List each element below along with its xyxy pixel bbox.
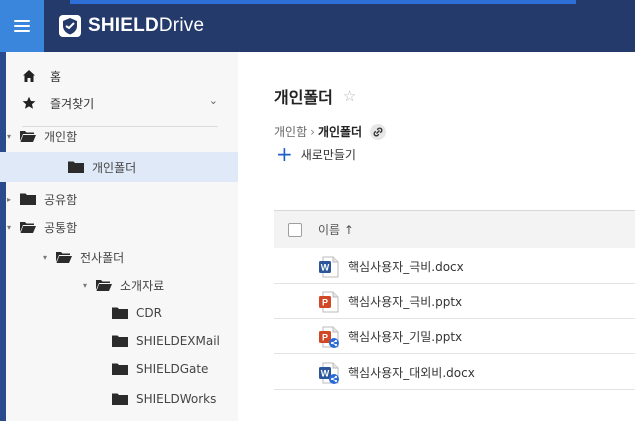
- svg-text:P: P: [322, 297, 328, 307]
- table-row[interactable]: W 핵심사용자_대외비.docx: [274, 356, 635, 390]
- page-title: 개인폴더 ☆: [274, 84, 356, 108]
- svg-text:P: P: [322, 332, 328, 342]
- file-name[interactable]: 핵심사용자_극비.docx: [348, 258, 464, 275]
- sidebar-home-label: 홈: [50, 69, 62, 84]
- svg-text:W: W: [321, 262, 330, 272]
- new-button-label: 새로만들기: [300, 147, 356, 162]
- home-icon: [23, 70, 35, 82]
- sidebar-home[interactable]: 홈: [22, 68, 61, 84]
- breadcrumb-parent[interactable]: 개인함: [274, 123, 307, 140]
- sidebar-tree-item[interactable]: ▾ 공통함: [0, 212, 238, 242]
- file-name[interactable]: 핵심사용자_대외비.docx: [348, 364, 475, 381]
- powerpoint-file-icon: P: [318, 291, 340, 313]
- word-file-icon: W: [318, 362, 340, 384]
- table-row[interactable]: P 핵심사용자_기밀.pptx: [274, 320, 635, 354]
- app-logo[interactable]: SHIELDDrive: [58, 13, 204, 39]
- folder-icon: [68, 161, 84, 173]
- folder-icon: [112, 335, 128, 347]
- breadcrumb: 개인함 › 개인폴더: [274, 123, 387, 140]
- sidebar-tree-item-label: SHIELDEXMail: [136, 334, 220, 348]
- sidebar-tree-item[interactable]: 개인폴더: [0, 152, 238, 182]
- chevron-down-icon[interactable]: ⌄: [209, 94, 218, 107]
- sidebar-tree-item-label: 공통함: [44, 220, 78, 235]
- sidebar-tree-item-label: 소개자료: [120, 278, 165, 293]
- folder-open-icon: [56, 252, 72, 263]
- powerpoint-file-icon: P: [318, 326, 340, 348]
- hamburger-icon: [14, 20, 30, 32]
- svg-text:W: W: [321, 368, 330, 378]
- sidebar-tree-item[interactable]: SHIELDGate: [0, 354, 238, 384]
- plus-icon: +: [276, 142, 293, 166]
- sidebar-tree-item-label: 개인함: [44, 129, 78, 144]
- sidebar-tree-item-label: SHIELDGate: [136, 362, 209, 376]
- folder-open-icon: [20, 222, 36, 233]
- folder-icon: [112, 393, 128, 405]
- sidebar-tree-item[interactable]: ▸ 공유함: [0, 184, 238, 214]
- file-name[interactable]: 핵심사용자_기밀.pptx: [348, 328, 462, 345]
- chevron-right-icon[interactable]: ▸: [4, 195, 14, 204]
- new-button[interactable]: + 새로만들기: [276, 144, 356, 164]
- sidebar-tree-item-label: CDR: [136, 306, 162, 320]
- sidebar-favorites-label: 즐겨찾기: [50, 96, 95, 111]
- breadcrumb-separator: ›: [310, 124, 315, 139]
- page-title-text: 개인폴더: [274, 88, 333, 107]
- chevron-down-icon[interactable]: ▾: [4, 132, 14, 141]
- file-name[interactable]: 핵심사용자_극비.pptx: [348, 293, 462, 310]
- app-title: SHIELDDrive: [88, 15, 205, 36]
- sidebar-tree-item[interactable]: CDR: [0, 298, 238, 328]
- chevron-down-icon[interactable]: ▾: [40, 253, 50, 262]
- chevron-down-icon[interactable]: ▾: [4, 223, 14, 232]
- table-row[interactable]: W 핵심사용자_극비.docx: [274, 250, 635, 284]
- word-file-icon: W: [318, 256, 340, 278]
- sidebar-tree-item[interactable]: SHIELDWorks: [0, 384, 238, 414]
- name-column-header[interactable]: 이름 ↑: [318, 221, 354, 238]
- sidebar-tree-item[interactable]: ▾ 개인함: [0, 121, 238, 151]
- chevron-down-icon[interactable]: ▾: [80, 281, 90, 290]
- sidebar-tree-item[interactable]: SHIELDEXMail: [0, 326, 238, 356]
- link-icon[interactable]: [370, 123, 387, 140]
- sidebar-tree-item-label: 공유함: [44, 192, 78, 207]
- sidebar-favorites[interactable]: 즐겨찾기 ⌄: [22, 94, 218, 112]
- breadcrumb-current: 개인폴더: [317, 125, 363, 139]
- folder-icon: [112, 307, 128, 319]
- sidebar-tree-item[interactable]: ▾ 소개자료: [0, 270, 238, 300]
- folder-icon: [20, 193, 36, 205]
- sidebar-tree-item[interactable]: ▾ 전사폴더: [0, 242, 238, 272]
- menu-button[interactable]: [0, 0, 44, 52]
- folder-icon: [112, 363, 128, 375]
- top-bar: SHIELDDrive: [0, 0, 635, 52]
- folder-open-icon: [20, 131, 36, 142]
- table-row[interactable]: P 핵심사용자_극비.pptx: [274, 285, 635, 319]
- star-icon: [22, 96, 36, 109]
- folder-open-icon: [96, 280, 112, 291]
- sidebar-tree-item-label: 개인폴더: [92, 160, 137, 175]
- sidebar-tree-item-label: 전사폴더: [80, 250, 125, 265]
- select-all-checkbox[interactable]: [288, 222, 302, 237]
- sidebar-tree-item-label: SHIELDWorks: [136, 392, 217, 406]
- top-accent-strip: [70, 0, 576, 4]
- shield-logo-icon: [59, 15, 81, 37]
- favorite-star-icon[interactable]: ☆: [343, 87, 356, 105]
- table-header: 이름 ↑: [274, 210, 635, 248]
